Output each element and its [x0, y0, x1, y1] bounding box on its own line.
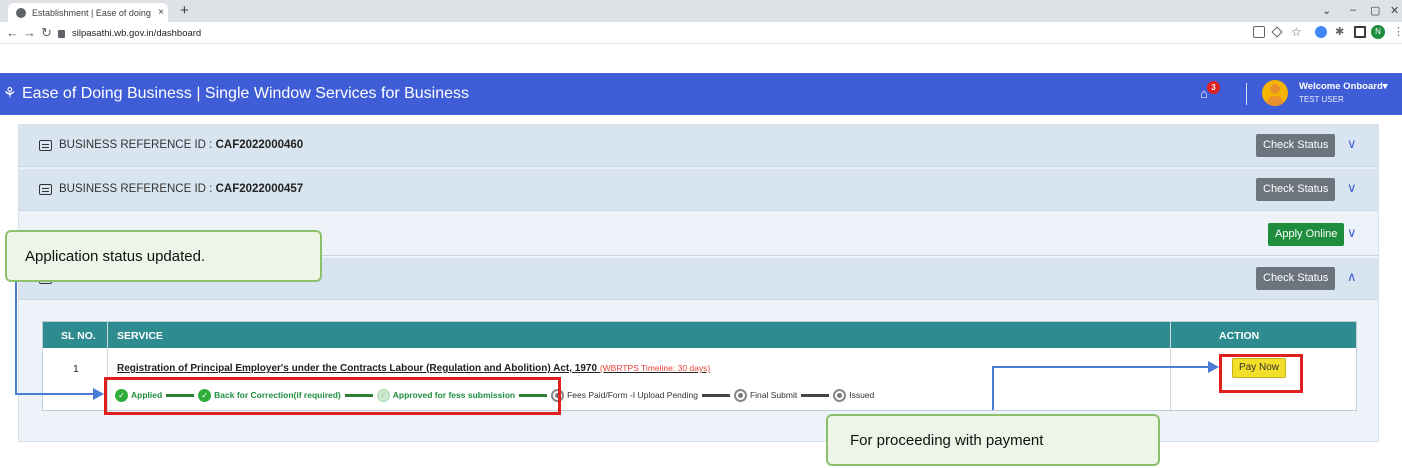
- new-tab-button[interactable]: +: [180, 2, 189, 19]
- pay-now-highlight-box: [1219, 354, 1303, 393]
- step-label: Final Submit: [749, 390, 798, 400]
- service-title: Registration of Principal Employer's und…: [117, 363, 598, 374]
- list-icon: [39, 140, 52, 151]
- step-label: Fees Paid/Form -I Upload Pending: [567, 390, 698, 400]
- app-title: Ease of Doing Business | Single Window S…: [22, 85, 470, 102]
- apply-online-button[interactable]: Apply Online: [1268, 223, 1345, 246]
- col-action-header: ACTION: [1219, 330, 1260, 342]
- url-text: silpasathi.wb.gov.in/dashboard: [72, 27, 202, 39]
- step-connector: [701, 393, 730, 397]
- avatar-body: [1266, 96, 1284, 106]
- tab-search-icon[interactable]: ⌄: [1322, 4, 1331, 17]
- status-highlight-box: [104, 377, 561, 415]
- col-service-header: SERVICE: [117, 330, 163, 342]
- share-icon[interactable]: [1271, 26, 1283, 38]
- status-arrow-line: [15, 393, 95, 395]
- status-arrow-head: [93, 388, 104, 400]
- list-icon: [39, 184, 52, 195]
- tab-title: Establishment | Ease of doing bu: [32, 7, 154, 18]
- browser-tab-strip: Establishment | Ease of doing bu × + ⌄ –…: [0, 0, 1402, 22]
- service-name[interactable]: Registration of Principal Employer's und…: [117, 363, 710, 374]
- ref-label-text: BUSINESS REFERENCE ID :: [59, 183, 213, 195]
- business-ref-label: BUSINESS REFERENCE ID : CAF2022000460: [59, 139, 303, 151]
- profile-avatar[interactable]: N: [1371, 25, 1385, 39]
- back-icon[interactable]: ←: [6, 25, 19, 40]
- service-timeline: (WBRTPS Timeline: 30 days): [599, 363, 711, 373]
- minimize-icon[interactable]: –: [1350, 4, 1356, 16]
- side-panel-icon[interactable]: [1354, 26, 1366, 38]
- payment-callout: For proceeding with payment: [826, 414, 1160, 466]
- welcome-dropdown[interactable]: Welcome Onboard▾: [1299, 81, 1388, 92]
- browser-tab[interactable]: Establishment | Ease of doing bu ×: [8, 3, 168, 22]
- close-tab-icon[interactable]: ×: [154, 7, 168, 18]
- welcome-text: Welcome Onboard: [1299, 81, 1383, 92]
- status-updated-callout: Application status updated.: [5, 230, 322, 282]
- business-ref-label: BUSINESS REFERENCE ID : CAF2022000457: [59, 183, 303, 195]
- restore-icon[interactable]: ▢: [1370, 4, 1380, 17]
- check-status-button[interactable]: Check Status: [1256, 134, 1336, 157]
- user-avatar[interactable]: [1262, 80, 1288, 106]
- chevron-down-icon[interactable]: ∨: [1347, 136, 1357, 152]
- business-row[interactable]: BUSINESS REFERENCE ID : CAF2022000457 Ch…: [19, 169, 1378, 211]
- status-arrow-line: [15, 282, 17, 394]
- step-connector: [801, 393, 830, 397]
- radio-dot-icon: [833, 388, 847, 402]
- header-divider: [1246, 83, 1247, 105]
- chevron-down-icon[interactable]: ∨: [1347, 225, 1357, 241]
- globe-icon: [16, 7, 26, 18]
- row-sl-number: 1: [73, 363, 79, 375]
- menu-kebab-icon[interactable]: ⋮: [1393, 25, 1402, 38]
- col-sl-header: SL NO.: [61, 330, 96, 342]
- puzzle-icon[interactable]: ✱: [1335, 25, 1344, 38]
- payment-arrow-head: [1208, 361, 1219, 373]
- chevron-up-icon[interactable]: ∧: [1347, 269, 1357, 285]
- bookmark-star-icon[interactable]: ☆: [1291, 25, 1302, 39]
- chevron-down-icon: ▾: [1382, 81, 1388, 92]
- table-header: SL NO. SERVICE ACTION: [43, 322, 1356, 348]
- close-window-icon[interactable]: ✕: [1390, 4, 1399, 17]
- check-status-button[interactable]: Check Status: [1256, 267, 1336, 290]
- network-logo-icon: ⚘: [3, 85, 17, 102]
- url-field[interactable]: silpasathi.wb.gov.in/dashboard: [58, 25, 1188, 41]
- payment-arrow-line: [992, 366, 1210, 368]
- chevron-down-icon[interactable]: ∨: [1347, 180, 1357, 196]
- payment-arrow-line: [992, 366, 994, 410]
- avatar-head: [1270, 84, 1280, 94]
- business-ref-id: CAF2022000457: [215, 183, 304, 195]
- business-ref-id: CAF2022000460: [215, 139, 304, 151]
- radio-dot-icon: [733, 388, 747, 402]
- ref-label-text: BUSINESS REFERENCE ID :: [59, 139, 213, 151]
- address-bar: ← → ↻ silpasathi.wb.gov.in/dashboard ☆ ✱…: [0, 22, 1402, 44]
- reload-icon[interactable]: ↻: [41, 25, 52, 41]
- lock-icon: [58, 30, 65, 38]
- step-label: Issued: [849, 390, 875, 400]
- notification-badge: 3: [1207, 81, 1220, 94]
- extension-icon[interactable]: [1315, 26, 1327, 38]
- app-header: ⚘ Ease of Doing Business | Single Window…: [0, 73, 1402, 115]
- business-row[interactable]: BUSINESS REFERENCE ID : CAF2022000460 Ch…: [19, 125, 1378, 167]
- check-status-button[interactable]: Check Status: [1256, 178, 1336, 201]
- user-name: TEST USER: [1299, 95, 1344, 104]
- reading-list-icon[interactable]: [1253, 26, 1265, 38]
- forward-icon[interactable]: →: [23, 25, 36, 40]
- screen: Establishment | Ease of doing bu × + ⌄ –…: [0, 0, 1402, 468]
